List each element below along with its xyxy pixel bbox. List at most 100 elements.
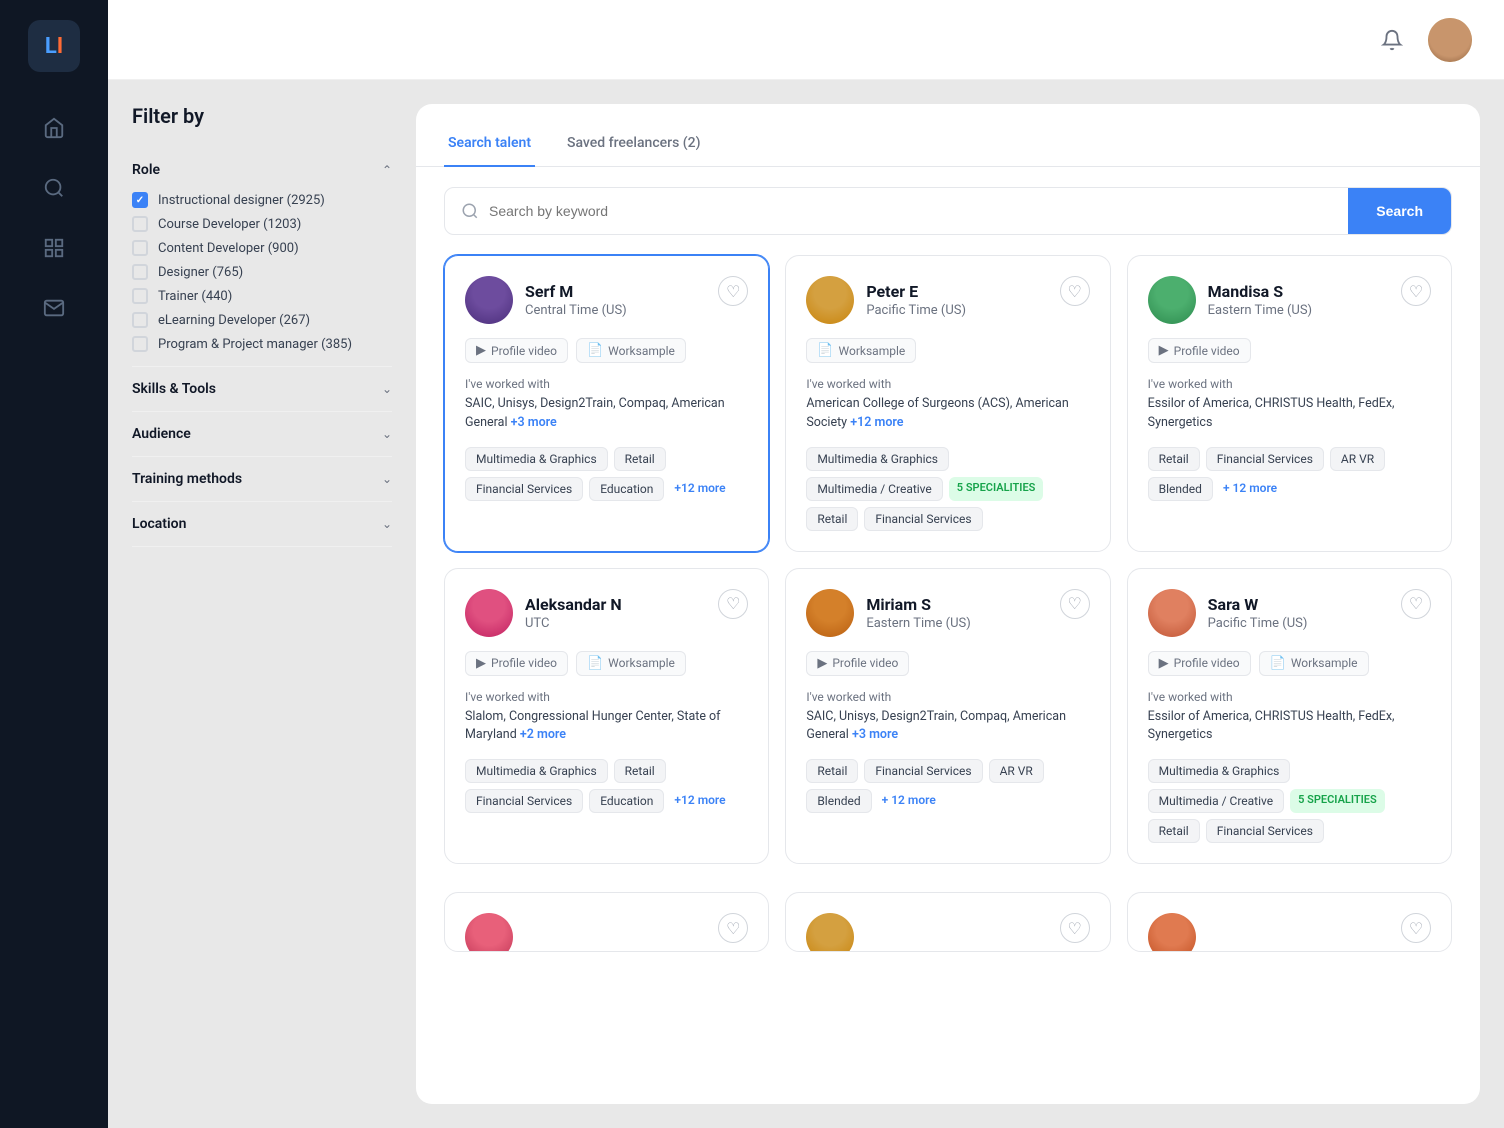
- profile-video-label-serf: Profile video: [491, 344, 557, 358]
- filter-option-instructional[interactable]: Instructional designer (2925): [132, 192, 392, 208]
- sidebar-item-search[interactable]: [28, 162, 80, 214]
- checkbox-content-dev[interactable]: [132, 240, 148, 256]
- tag-retail-mandisa: Retail: [1148, 447, 1200, 471]
- tag-specialities-sara: 5 SPECIALITIES: [1290, 789, 1385, 813]
- tab-saved-freelancers[interactable]: Saved freelancers (2): [563, 125, 704, 167]
- avatar-sara-w: [1148, 589, 1196, 637]
- worked-with-more-miriam[interactable]: +3 more: [852, 727, 898, 742]
- chevron-up-icon: ⌃: [382, 163, 392, 177]
- worksample-label-peter: Worksample: [839, 344, 906, 358]
- tag-financial-serf: Financial Services: [465, 477, 583, 501]
- checkbox-program-manager[interactable]: [132, 336, 148, 352]
- partial-card-1[interactable]: ♡: [444, 892, 769, 952]
- favorite-btn-peter[interactable]: ♡: [1060, 276, 1090, 306]
- favorite-btn-aleksandar[interactable]: ♡: [718, 589, 748, 619]
- sidebar-item-mail[interactable]: [28, 282, 80, 334]
- tabs-area: Search talent Saved freelancers (2): [416, 104, 1480, 167]
- worked-with-text-serf: SAIC, Unisys, Design2Train, Compaq, Amer…: [465, 395, 748, 433]
- partial-card-3[interactable]: ♡: [1127, 892, 1452, 952]
- filter-section-role-label: Role: [132, 162, 160, 178]
- avatar-serf-m: [465, 276, 513, 324]
- filter-section-skills-label: Skills & Tools: [132, 381, 216, 397]
- card-tags-miriam: Retail Financial Services AR VR Blended …: [806, 759, 1089, 813]
- user-avatar[interactable]: [1428, 18, 1472, 62]
- video-icon-sara: ▶: [1159, 656, 1169, 671]
- sidebar-item-dashboard[interactable]: [28, 222, 80, 274]
- worksample-badge-serf: 📄 Worksample: [576, 338, 686, 363]
- logo[interactable]: LI: [28, 20, 80, 72]
- checkbox-elearning[interactable]: [132, 312, 148, 328]
- tag-more-serf: +12 more: [670, 477, 729, 501]
- filter-section-training-header[interactable]: Training methods ⌄: [132, 471, 392, 487]
- checkbox-designer[interactable]: [132, 264, 148, 280]
- filter-option-elearning[interactable]: eLearning Developer (267): [132, 312, 392, 328]
- card-timezone-mandisa: Eastern Time (US): [1208, 303, 1312, 318]
- worksample-badge-peter: 📄 Worksample: [806, 338, 916, 363]
- card-timezone-sara: Pacific Time (US): [1208, 616, 1308, 631]
- worked-with-more-aleksandar[interactable]: +2 more: [520, 727, 566, 742]
- profile-video-badge-mandisa: ▶ Profile video: [1148, 338, 1251, 363]
- main-area: Filter by Role ⌃ Instructional designer …: [108, 0, 1504, 1128]
- worked-with-more-serf[interactable]: +3 more: [511, 415, 557, 430]
- avatar-bottom-2: [806, 913, 854, 952]
- filter-section-role-header[interactable]: Role ⌃: [132, 162, 392, 178]
- favorite-btn-bottom-2[interactable]: ♡: [1060, 913, 1090, 943]
- talent-card-peter-e[interactable]: Peter E Pacific Time (US) ♡ 📄 Worksample…: [785, 255, 1110, 552]
- favorite-btn-mandisa[interactable]: ♡: [1401, 276, 1431, 306]
- card-timezone-aleksandar: UTC: [525, 616, 622, 631]
- video-icon-miriam: ▶: [817, 656, 827, 671]
- tag-retail-serf: Retail: [614, 447, 666, 471]
- profile-video-badge-serf: ▶ Profile video: [465, 338, 568, 363]
- filter-option-content-dev[interactable]: Content Developer (900): [132, 240, 392, 256]
- topbar: [108, 0, 1504, 80]
- card-avatar-info-sara: Sara W Pacific Time (US): [1148, 589, 1308, 637]
- tag-financial-miriam: Financial Services: [864, 759, 982, 783]
- filter-option-trainer[interactable]: Trainer (440): [132, 288, 392, 304]
- card-timezone-serf: Central Time (US): [525, 303, 627, 318]
- checkbox-course-dev[interactable]: [132, 216, 148, 232]
- card-tags-sara: Multimedia & Graphics Multimedia / Creat…: [1148, 759, 1431, 843]
- favorite-btn-serf[interactable]: ♡: [718, 276, 748, 306]
- tab-search-talent[interactable]: Search talent: [444, 125, 535, 167]
- profile-video-label-sara: Profile video: [1174, 656, 1240, 670]
- filter-label-elearning: eLearning Developer (267): [158, 313, 310, 328]
- filter-section-skills-header[interactable]: Skills & Tools ⌄: [132, 381, 392, 397]
- filter-section-audience: Audience ⌄: [132, 412, 392, 457]
- profile-video-badge-sara: ▶ Profile video: [1148, 651, 1251, 676]
- worked-with-text-miriam: SAIC, Unisys, Design2Train, Compaq, Amer…: [806, 708, 1089, 746]
- partial-card-2[interactable]: ♡: [785, 892, 1110, 952]
- talent-card-aleksandar-n[interactable]: Aleksandar N UTC ♡ ▶ Profile video 📄: [444, 568, 769, 865]
- favorite-btn-bottom-3[interactable]: ♡: [1401, 913, 1431, 943]
- favorite-btn-bottom-1[interactable]: ♡: [718, 913, 748, 943]
- filter-option-course-dev[interactable]: Course Developer (1203): [132, 216, 392, 232]
- favorite-btn-miriam[interactable]: ♡: [1060, 589, 1090, 619]
- checkbox-trainer[interactable]: [132, 288, 148, 304]
- search-bar: Search: [444, 187, 1452, 235]
- search-nav-icon: [43, 177, 65, 199]
- search-button[interactable]: Search: [1348, 187, 1451, 235]
- talent-card-sara-w[interactable]: Sara W Pacific Time (US) ♡ ▶ Profile vid…: [1127, 568, 1452, 865]
- filter-section-location-header[interactable]: Location ⌄: [132, 516, 392, 532]
- sidebar-nav: [0, 102, 108, 334]
- worked-with-label-serf: I've worked with: [465, 377, 748, 391]
- talent-card-mandisa-s[interactable]: Mandisa S Eastern Time (US) ♡ ▶ Profile …: [1127, 255, 1452, 552]
- notification-bell-button[interactable]: [1372, 20, 1412, 60]
- filter-section-audience-header[interactable]: Audience ⌄: [132, 426, 392, 442]
- card-media-miriam: ▶ Profile video: [806, 651, 1089, 676]
- favorite-btn-sara[interactable]: ♡: [1401, 589, 1431, 619]
- search-input[interactable]: [489, 203, 1332, 219]
- worked-with-label-sara: I've worked with: [1148, 690, 1431, 704]
- sidebar-item-home[interactable]: [28, 102, 80, 154]
- tag-retail-miriam: Retail: [806, 759, 858, 783]
- checkbox-instructional[interactable]: [132, 192, 148, 208]
- filter-option-program-manager[interactable]: Program & Project manager (385): [132, 336, 392, 352]
- filter-option-designer[interactable]: Designer (765): [132, 264, 392, 280]
- worked-with-more-peter[interactable]: +12 more: [850, 415, 903, 430]
- talent-card-miriam-s[interactable]: Miriam S Eastern Time (US) ♡ ▶ Profile v…: [785, 568, 1110, 865]
- mail-icon: [43, 297, 65, 319]
- worked-with-companies-serf: SAIC, Unisys, Design2Train, Compaq, Amer…: [465, 396, 725, 430]
- talent-card-serf-m[interactable]: Serf M Central Time (US) ♡ ▶ Profile vid…: [444, 255, 769, 552]
- tag-blended-mandisa: Blended: [1148, 477, 1213, 501]
- worksample-label-serf: Worksample: [608, 344, 675, 358]
- search-input-wrap: [445, 202, 1348, 220]
